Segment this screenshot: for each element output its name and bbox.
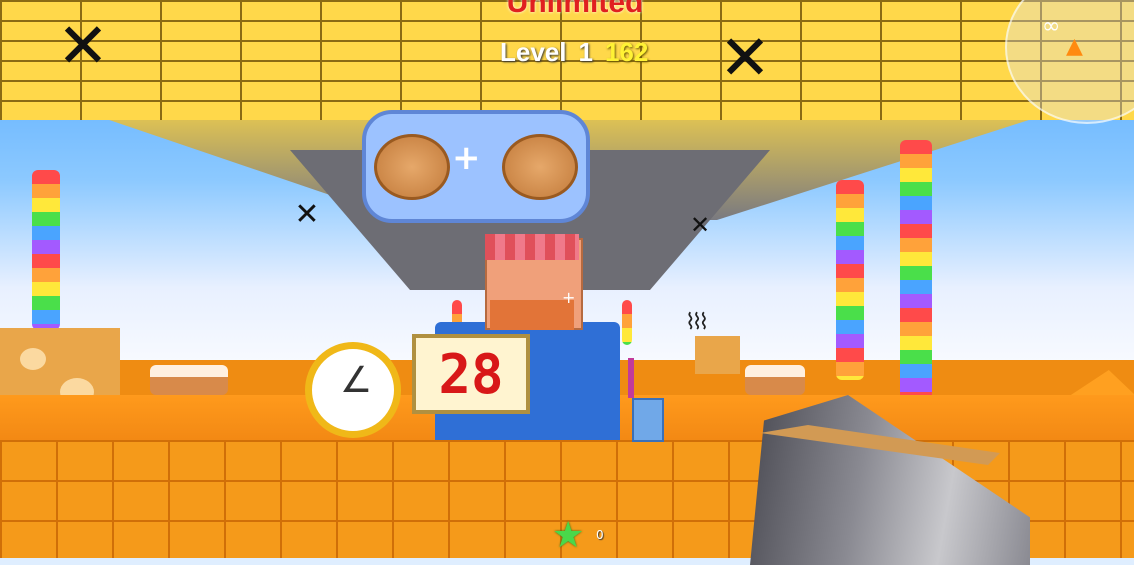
drink-cup [632,398,664,442]
straw [628,358,634,398]
spring-icon: ⌇⌇⌇ [685,310,709,335]
clock-hands: ∠ [340,360,373,401]
player-arrow-icon: ▲ [1066,34,1083,59]
timer-value: 28 [438,342,504,406]
star-icon[interactable]: ★ [552,515,584,556]
rainbow-pillar [836,180,864,380]
star-count: 0 [596,528,604,542]
chef-hat [485,234,579,260]
score-value: 162 [604,36,649,67]
goggles-icon: ∞ [1042,14,1061,39]
level-label: Level [500,36,567,67]
fork-knife-icon: ✕ [294,197,320,232]
cookie-icon [502,134,578,200]
cake-slice [745,365,805,395]
fork-knife-icon: ✕ [57,9,109,82]
order-plus: + [452,138,481,178]
rainbow-pillar [622,300,632,345]
cookie-icon [374,134,450,200]
fork-knife-icon: ✕ [689,211,711,239]
cheese-hole [20,348,46,370]
cheese-block [695,336,740,374]
timer-board: 28 [412,334,530,414]
fork-knife-icon: ✕ [719,21,771,94]
level-number: 1 [578,36,593,67]
rainbow-pillar [900,140,932,430]
game-mode-label: Unlimited [506,0,644,19]
cake-slice [150,365,228,395]
level-indicator: Level 1 162 [500,32,648,72]
rainbow-pillar [32,170,60,330]
crosshair-icon: + [562,288,576,307]
